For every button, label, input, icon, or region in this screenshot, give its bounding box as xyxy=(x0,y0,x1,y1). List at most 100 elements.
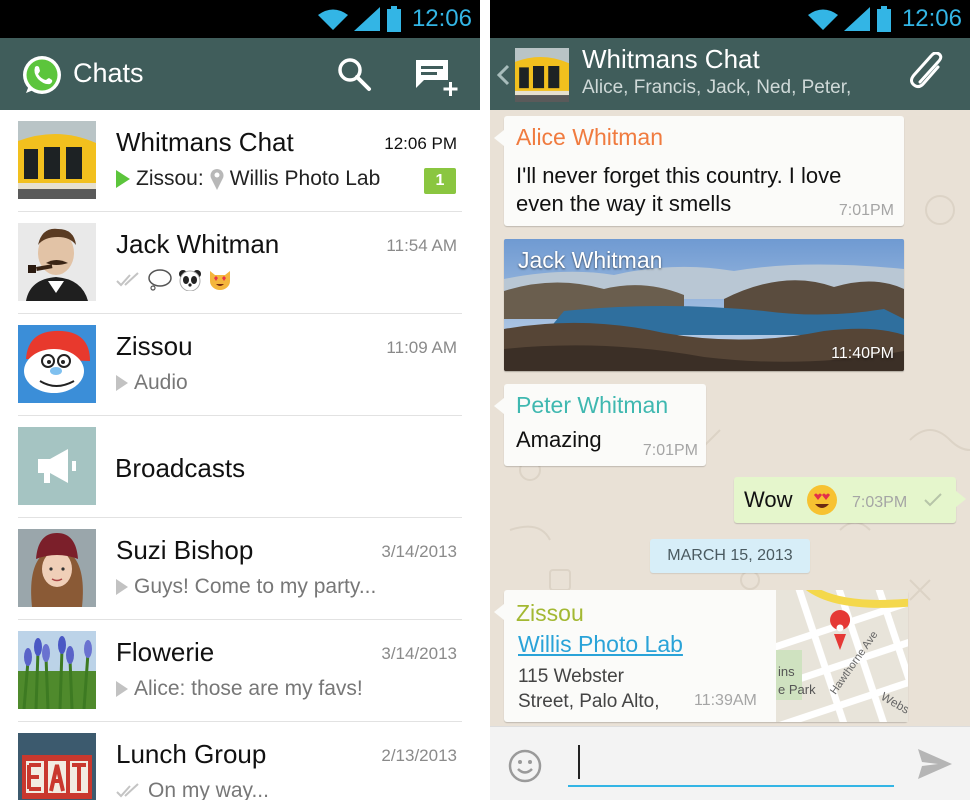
back-chevron-icon[interactable] xyxy=(496,64,510,86)
message-sender: Alice Whitman xyxy=(516,124,663,150)
avatar-flowerie xyxy=(18,631,96,709)
message-bubble-outgoing[interactable]: Wow 7:03PM xyxy=(734,477,966,523)
avatar-lunch-group xyxy=(18,733,96,800)
message-text: Wow xyxy=(744,487,793,512)
status-clock: 12:06 xyxy=(411,5,472,32)
search-icon[interactable] xyxy=(336,56,372,92)
chat-row-whitmans-chat[interactable]: Whitmans Chat 12:06 PM Zissou: Willis Ph… xyxy=(0,110,480,212)
whatsapp-logo-icon[interactable] xyxy=(20,53,64,97)
message-sender: Zissou xyxy=(516,600,584,626)
chat-row-jack-whitman[interactable]: Jack Whitman 11:54 AM xyxy=(0,212,480,314)
message-input[interactable] xyxy=(568,741,894,787)
chat-name: Lunch Group xyxy=(116,739,267,769)
signal-icon xyxy=(843,7,870,31)
battery-icon xyxy=(876,6,891,32)
preview-text: Willis Photo Lab xyxy=(229,167,381,190)
message-time: 11:40PM xyxy=(831,345,894,362)
chat-name: Zissou xyxy=(116,331,193,361)
delivered-check-icon xyxy=(924,493,942,507)
chat-row-broadcasts[interactable]: Broadcasts xyxy=(0,416,480,518)
chats-screen: 12:06 Chats Whitmans Chat 12:06 PM Zisso… xyxy=(0,0,480,800)
message-bubble-peter[interactable]: Peter Whitman Amazing 7:01PM xyxy=(494,384,706,466)
group-avatar[interactable] xyxy=(514,48,570,102)
location-map-thumbnail[interactable]: ins e Park Hawthorne Ave Webs xyxy=(776,590,908,722)
preview-sender: Zissou: xyxy=(136,167,204,190)
map-label: e Park xyxy=(778,682,816,697)
chat-time: 3/14/2013 xyxy=(381,644,457,663)
message-time: 7:03PM xyxy=(852,494,908,511)
panda-emoji-icon xyxy=(179,270,201,291)
chat-time: 3/14/2013 xyxy=(381,542,457,561)
megaphone-icon xyxy=(18,427,96,505)
heart-eyes-cat-emoji-icon xyxy=(210,271,230,290)
send-icon[interactable] xyxy=(918,749,952,779)
chat-time: 2/13/2013 xyxy=(381,746,457,765)
attach-paperclip-icon[interactable] xyxy=(908,52,948,92)
chat-row-suzi-bishop[interactable]: Suzi Bishop 3/14/2013 Guys! Come to my p… xyxy=(0,518,480,620)
chat-row-lunch-group[interactable]: Lunch Group 2/13/2013 On my way... xyxy=(0,722,480,800)
avatar-zissou xyxy=(18,325,96,403)
app-root: 12:06 Chats Whitmans Chat 12:06 PM Zisso… xyxy=(0,0,970,800)
signal-icon xyxy=(353,7,380,31)
text-caret xyxy=(578,745,580,779)
chat-name: Flowerie xyxy=(116,637,215,667)
date-separator: MARCH 15, 2013 xyxy=(650,539,810,573)
status-bar: 12:06 xyxy=(490,0,970,38)
chat-list: Whitmans Chat 12:06 PM Zissou: Willis Ph… xyxy=(0,110,480,800)
new-chat-icon[interactable] xyxy=(414,58,460,96)
chat-name: Suzi Bishop xyxy=(116,535,254,565)
message-time: 7:01PM xyxy=(642,442,698,459)
message-photo-jack[interactable]: Jack Whitman 11:40PM xyxy=(504,239,904,371)
message-text: Amazing xyxy=(516,427,602,452)
preview-text: Alice: those are my favs! xyxy=(134,677,363,700)
chat-name: Whitmans Chat xyxy=(116,127,294,157)
map-label: ins xyxy=(778,664,795,679)
broadcast-avatar xyxy=(18,427,96,505)
message-sender: Jack Whitman xyxy=(518,247,663,273)
participants-list[interactable]: Alice, Francis, Jack, Ned, Peter, xyxy=(582,77,872,99)
chat-time: 12:06 PM xyxy=(384,134,457,153)
avatar-jack xyxy=(18,223,96,301)
avatar-suzi xyxy=(18,529,96,607)
play-arrow-icon xyxy=(116,375,128,391)
message-time: 11:39AM xyxy=(694,692,757,709)
wifi-icon xyxy=(807,9,838,30)
message-bubble-location[interactable]: Zissou Willis Photo Lab 115 Webster Stre… xyxy=(494,590,908,722)
preview-text: Guys! Come to my party... xyxy=(134,575,377,598)
chat-preview: Alice: those are my favs! xyxy=(116,677,363,701)
message-bubble-alice[interactable]: Alice Whitman I'll never forget this cou… xyxy=(494,116,904,226)
conversation-title[interactable]: Whitmans Chat xyxy=(582,44,760,75)
thought-bubble-emoji-icon xyxy=(148,269,172,291)
chat-preview: Guys! Come to my party... xyxy=(116,575,376,599)
location-link[interactable]: Willis Photo Lab xyxy=(518,631,683,658)
conversation-screen: 12:06 Whitmans Chat Alice, Francis, Jack… xyxy=(490,0,970,800)
wifi-icon xyxy=(317,9,348,30)
message-time: 7:01PM xyxy=(838,202,894,219)
chat-row-flowerie[interactable]: Flowerie 3/14/2013 Alice: those are my f… xyxy=(0,620,480,722)
chat-name: Broadcasts xyxy=(115,453,246,483)
chat-preview: Audio xyxy=(116,371,188,395)
message-sender: Peter Whitman xyxy=(516,392,669,418)
avatar-tram xyxy=(18,121,96,199)
screen-title: Chats xyxy=(73,58,144,88)
chat-preview xyxy=(116,269,232,291)
preview-text: On my way... xyxy=(148,779,269,800)
chat-time: 11:09 AM xyxy=(386,338,457,357)
heart-eyes-emoji-icon xyxy=(807,485,837,515)
play-arrow-icon xyxy=(116,579,128,595)
play-arrow-icon xyxy=(116,170,130,188)
play-arrow-icon xyxy=(116,681,128,697)
preview-text: Audio xyxy=(134,371,188,394)
message-input-bar xyxy=(490,726,970,800)
double-check-icon xyxy=(116,272,139,287)
status-bar: 12:06 xyxy=(0,0,480,38)
chat-row-zissou[interactable]: Zissou 11:09 AM Audio xyxy=(0,314,480,416)
smiley-icon[interactable] xyxy=(508,749,542,783)
battery-icon xyxy=(386,6,401,32)
location-address: 115 Webster Street, Palo Alto, xyxy=(518,666,660,712)
location-pin-icon xyxy=(210,169,224,190)
action-bar: Chats xyxy=(0,38,480,110)
conversation-area[interactable]: Alice Whitman I'll never forget this cou… xyxy=(490,110,970,726)
chat-time: 11:54 AM xyxy=(386,236,457,255)
message-text: I'll never forget this country. I love e… xyxy=(516,163,842,216)
